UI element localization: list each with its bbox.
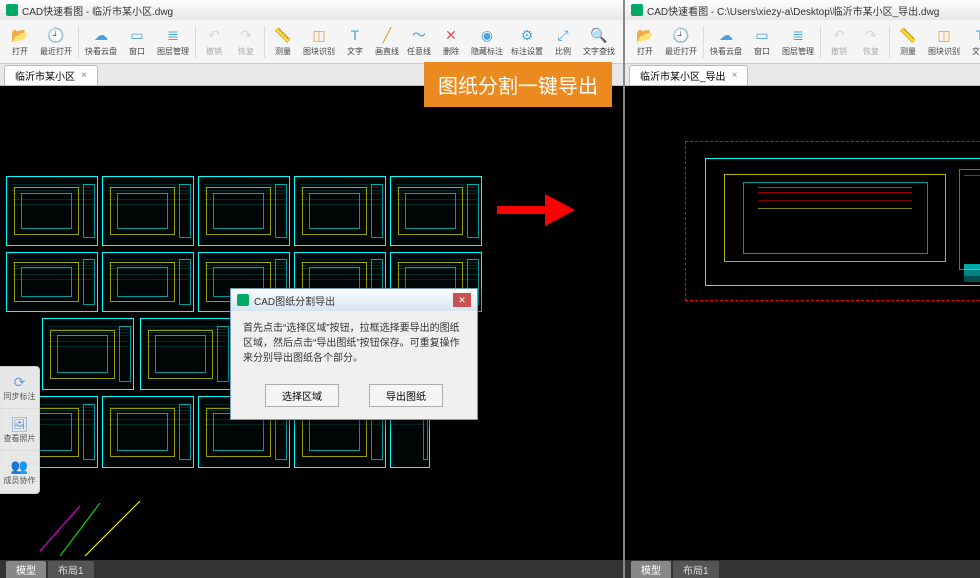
right-canvas[interactable]: 模型 布局1 — [625, 86, 980, 578]
drawing-sheet — [102, 252, 194, 312]
tool-文字[interactable]: T文字 — [964, 24, 980, 59]
dialog-close-icon[interactable]: ✕ — [453, 293, 471, 307]
app-icon — [6, 4, 18, 16]
right-file-tab[interactable]: 临沂市某小区_导出× — [629, 65, 748, 85]
right-bottom-tabs: 模型 布局1 — [625, 560, 980, 578]
tool-打开[interactable]: 📂打开 — [629, 24, 661, 59]
dialog-icon — [237, 294, 249, 306]
left-titlebar: CAD快速看图 - 临沂市某小区.dwg — [0, 0, 623, 20]
right-title: CAD快速看图 - C:\Users\xiezy-a\Desktop\临沂市某小… — [647, 3, 939, 18]
tool-窗口[interactable]: ▭窗口 — [121, 24, 153, 59]
drawing-sheet — [140, 318, 232, 390]
left-toolbar: 📂打开🕘最近打开☁快看云盘▭窗口≣图层管理↶撤销↷恢复📏测量◫图块识别T文字╱画… — [0, 20, 623, 64]
select-region-button[interactable]: 选择区域 — [265, 384, 339, 407]
sketch-lines — [30, 501, 170, 561]
tool-文字[interactable]: T文字 — [339, 24, 371, 59]
tool-删除[interactable]: ✕删除 — [435, 24, 467, 59]
tool-撤销[interactable]: ↶撤销 — [823, 24, 855, 59]
export-drawing-button[interactable]: 导出图纸 — [369, 384, 443, 407]
layout-tab[interactable]: 布局1 — [673, 561, 719, 578]
tool-测量[interactable]: 📏测量 — [267, 24, 299, 59]
side-toolbar: ⟳同步标注 🖼查看照片 👥成员协作 — [0, 366, 40, 494]
drawing-sheet — [390, 176, 482, 246]
exported-drawing — [705, 158, 980, 286]
left-title: CAD快速看图 - 临沂市某小区.dwg — [22, 3, 173, 18]
right-window: CAD快速看图 - C:\Users\xiezy-a\Desktop\临沂市某小… — [625, 0, 980, 578]
dialog-buttons: 选择区域 导出图纸 — [231, 376, 477, 419]
drawing-sheet — [102, 396, 194, 468]
tool-恢复[interactable]: ↷恢复 — [855, 24, 887, 59]
tool-画直线[interactable]: ╱画直线 — [371, 24, 403, 59]
dialog-body: 首先点击“选择区域”按钮，拉框选择要导出的图纸区域，然后点击“导出图纸”按钮保存… — [231, 311, 477, 376]
tool-恢复[interactable]: ↷恢复 — [230, 24, 262, 59]
drawing-sheet — [6, 176, 98, 246]
tool-打开[interactable]: 📂打开 — [4, 24, 36, 59]
tool-比例[interactable]: ⤢比例 — [547, 24, 579, 59]
right-tabs: 临沂市某小区_导出× — [625, 64, 980, 86]
app-icon — [631, 4, 643, 16]
tool-最近打开[interactable]: 🕘最近打开 — [661, 24, 701, 59]
split-export-dialog: CAD图纸分割导出 ✕ 首先点击“选择区域”按钮，拉框选择要导出的图纸区域，然后… — [230, 288, 478, 420]
dialog-titlebar[interactable]: CAD图纸分割导出 ✕ — [231, 289, 477, 311]
drawing-sheet — [294, 176, 386, 246]
tool-隐藏标注[interactable]: ◉隐藏标注 — [467, 24, 507, 59]
tool-图块识别[interactable]: ◫图块识别 — [299, 24, 339, 59]
layout-tab[interactable]: 布局1 — [48, 561, 94, 578]
tool-图层管理[interactable]: ≣图层管理 — [153, 24, 193, 59]
feature-banner: 图纸分割一键导出 — [424, 62, 612, 107]
drawing-sheet — [198, 176, 290, 246]
tool-最近打开[interactable]: 🕘最近打开 — [36, 24, 76, 59]
tool-测量[interactable]: 📏测量 — [892, 24, 924, 59]
model-tab[interactable]: 模型 — [631, 561, 671, 578]
model-tab[interactable]: 模型 — [6, 561, 46, 578]
side-tool-sync[interactable]: ⟳同步标注 — [0, 367, 39, 409]
arrow-icon — [495, 190, 575, 230]
drawing-sheet — [6, 252, 98, 312]
tool-窗口[interactable]: ▭窗口 — [746, 24, 778, 59]
right-toolbar: 📂打开🕘最近打开☁快看云盘▭窗口≣图层管理↶撤销↷恢复📏测量◫图块识别T文字╱画… — [625, 20, 980, 64]
tool-图层管理[interactable]: ≣图层管理 — [778, 24, 818, 59]
left-bottom-tabs: 模型 布局1 — [0, 560, 623, 578]
tool-文字查找[interactable]: 🔍文字查找 — [579, 24, 619, 59]
dialog-title: CAD图纸分割导出 — [254, 293, 335, 308]
tool-标注设置[interactable]: ⚙标注设置 — [507, 24, 547, 59]
side-tool-collab[interactable]: 👥成员协作 — [0, 451, 39, 493]
tool-快看云盘[interactable]: ☁快看云盘 — [706, 24, 746, 59]
side-tool-photo[interactable]: 🖼查看照片 — [0, 409, 39, 451]
tool-快看云盘[interactable]: ☁快看云盘 — [81, 24, 121, 59]
drawing-sheet — [42, 318, 134, 390]
tool-图块识别[interactable]: ◫图块识别 — [924, 24, 964, 59]
drawing-sheet — [102, 176, 194, 246]
tool-撤销[interactable]: ↶撤销 — [198, 24, 230, 59]
tool-任意线[interactable]: 〜任意线 — [403, 24, 435, 59]
left-file-tab[interactable]: 临沂市某小区× — [4, 65, 98, 85]
right-titlebar: CAD快速看图 - C:\Users\xiezy-a\Desktop\临沂市某小… — [625, 0, 980, 20]
